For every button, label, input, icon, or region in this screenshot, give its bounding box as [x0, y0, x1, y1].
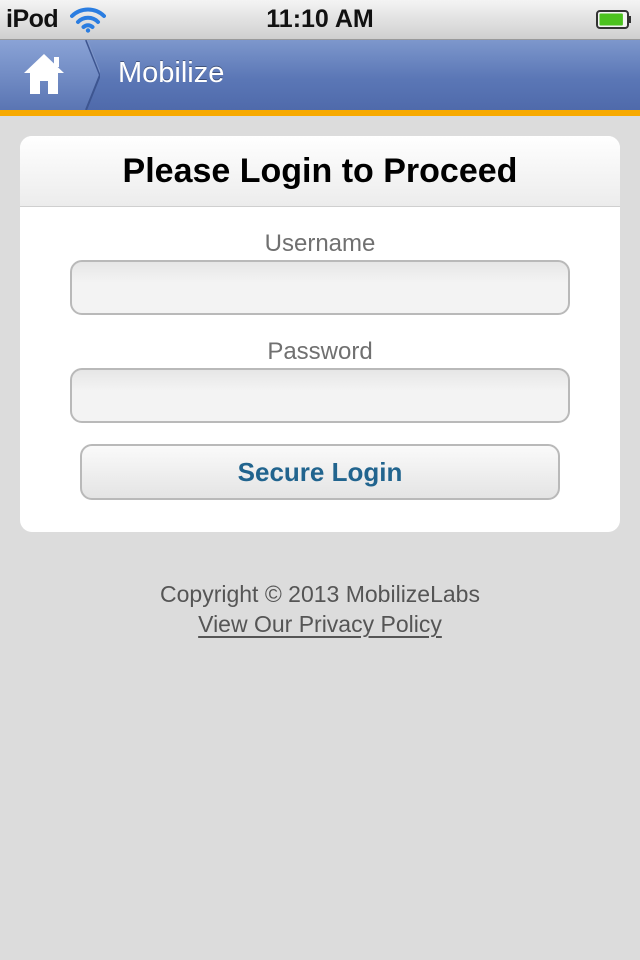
login-card-header: Please Login to Proceed	[20, 136, 620, 207]
status-bar: iPod 11:10 AM	[0, 0, 640, 40]
nav-accent-strip	[0, 110, 640, 116]
home-icon	[0, 40, 100, 110]
nav-title: Mobilize	[118, 57, 225, 89]
username-label: Username	[264, 230, 376, 257]
battery-icon	[596, 10, 632, 29]
home-button[interactable]	[0, 40, 100, 110]
privacy-policy-link[interactable]: View Our Privacy Policy	[198, 611, 442, 637]
login-title: Please Login to Proceed	[122, 152, 518, 190]
password-label: Password	[267, 338, 373, 365]
copyright-text: Copyright © 2013 MobilizeLabs	[160, 581, 480, 607]
password-input[interactable]	[70, 368, 570, 423]
clock: 11:10 AM	[266, 5, 374, 33]
username-input[interactable]	[70, 260, 570, 315]
login-card: Please Login to Proceed Username Passwor…	[20, 136, 620, 532]
secure-login-button[interactable]: Secure Login	[80, 444, 560, 500]
